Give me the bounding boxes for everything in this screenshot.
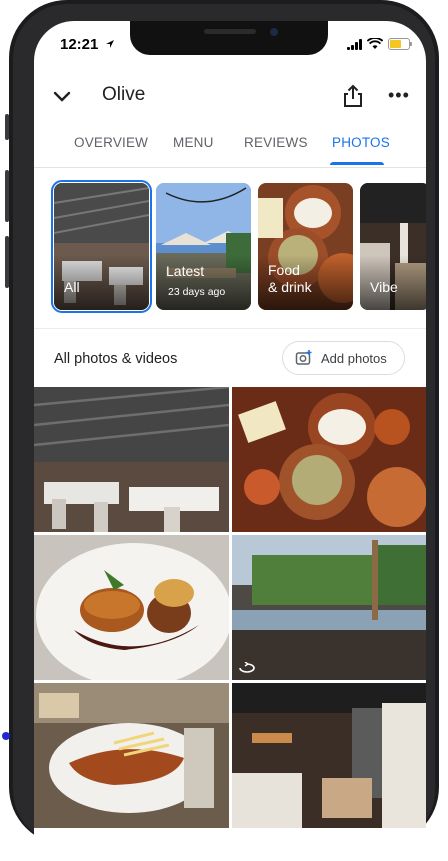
photo-tile[interactable]	[34, 683, 229, 828]
album-latest[interactable]: Latest 23 days ago	[156, 183, 251, 310]
album-sublabel: 23 days ago	[168, 286, 226, 298]
photo-albums: All Latest 23 days ago Food & drink Vibe	[34, 180, 426, 313]
photo-grid	[34, 387, 426, 861]
tab-photos[interactable]: PHOTOS	[332, 135, 390, 150]
notch	[130, 21, 328, 55]
more-icon[interactable]: •••	[388, 85, 410, 106]
photo-tile[interactable]	[232, 683, 426, 828]
place-title: Olive	[102, 84, 146, 105]
status-icons	[347, 38, 412, 50]
album-vibe[interactable]: Vibe	[360, 183, 426, 310]
album-label: All	[64, 279, 80, 295]
photo-tile[interactable]	[34, 535, 229, 680]
album-label: Latest	[166, 263, 205, 279]
edge-marker	[2, 732, 10, 740]
signal-icon	[347, 38, 362, 50]
album-label: Food & drink	[268, 262, 312, 295]
album-all[interactable]: All	[51, 180, 152, 313]
phone-screen: 12:21 Olive ••• OVERVIEW MENU REVIEWS PH…	[34, 21, 426, 861]
tab-reviews[interactable]: REVIEWS	[244, 135, 308, 150]
share-icon[interactable]	[341, 83, 365, 109]
mute-switch	[5, 114, 9, 140]
photo-tile[interactable]	[34, 387, 229, 532]
add-photos-button[interactable]: Add photos	[282, 341, 405, 375]
photo-tile[interactable]	[232, 535, 426, 680]
album-label: Vibe	[370, 279, 398, 295]
volume-up-button	[5, 170, 9, 222]
chevron-down-icon[interactable]	[50, 85, 74, 109]
status-time: 12:21	[60, 36, 115, 53]
tab-menu[interactable]: MENU	[173, 135, 214, 150]
battery-icon	[388, 38, 412, 50]
tab-overview[interactable]: OVERVIEW	[74, 135, 148, 150]
location-arrow-icon	[105, 40, 114, 48]
wifi-icon	[367, 38, 383, 49]
video-360-icon	[239, 662, 255, 673]
photo-tile[interactable]	[232, 387, 426, 532]
volume-down-button	[5, 236, 9, 288]
active-tab-indicator	[330, 162, 384, 165]
album-food-drink[interactable]: Food & drink	[258, 183, 353, 310]
divider	[34, 328, 426, 329]
add-photo-icon	[295, 350, 312, 365]
place-tabs: OVERVIEW MENU REVIEWS PHOTOS	[34, 127, 426, 168]
all-photos-heading: All photos & videos	[54, 351, 178, 367]
place-header: Olive •••	[34, 77, 426, 121]
